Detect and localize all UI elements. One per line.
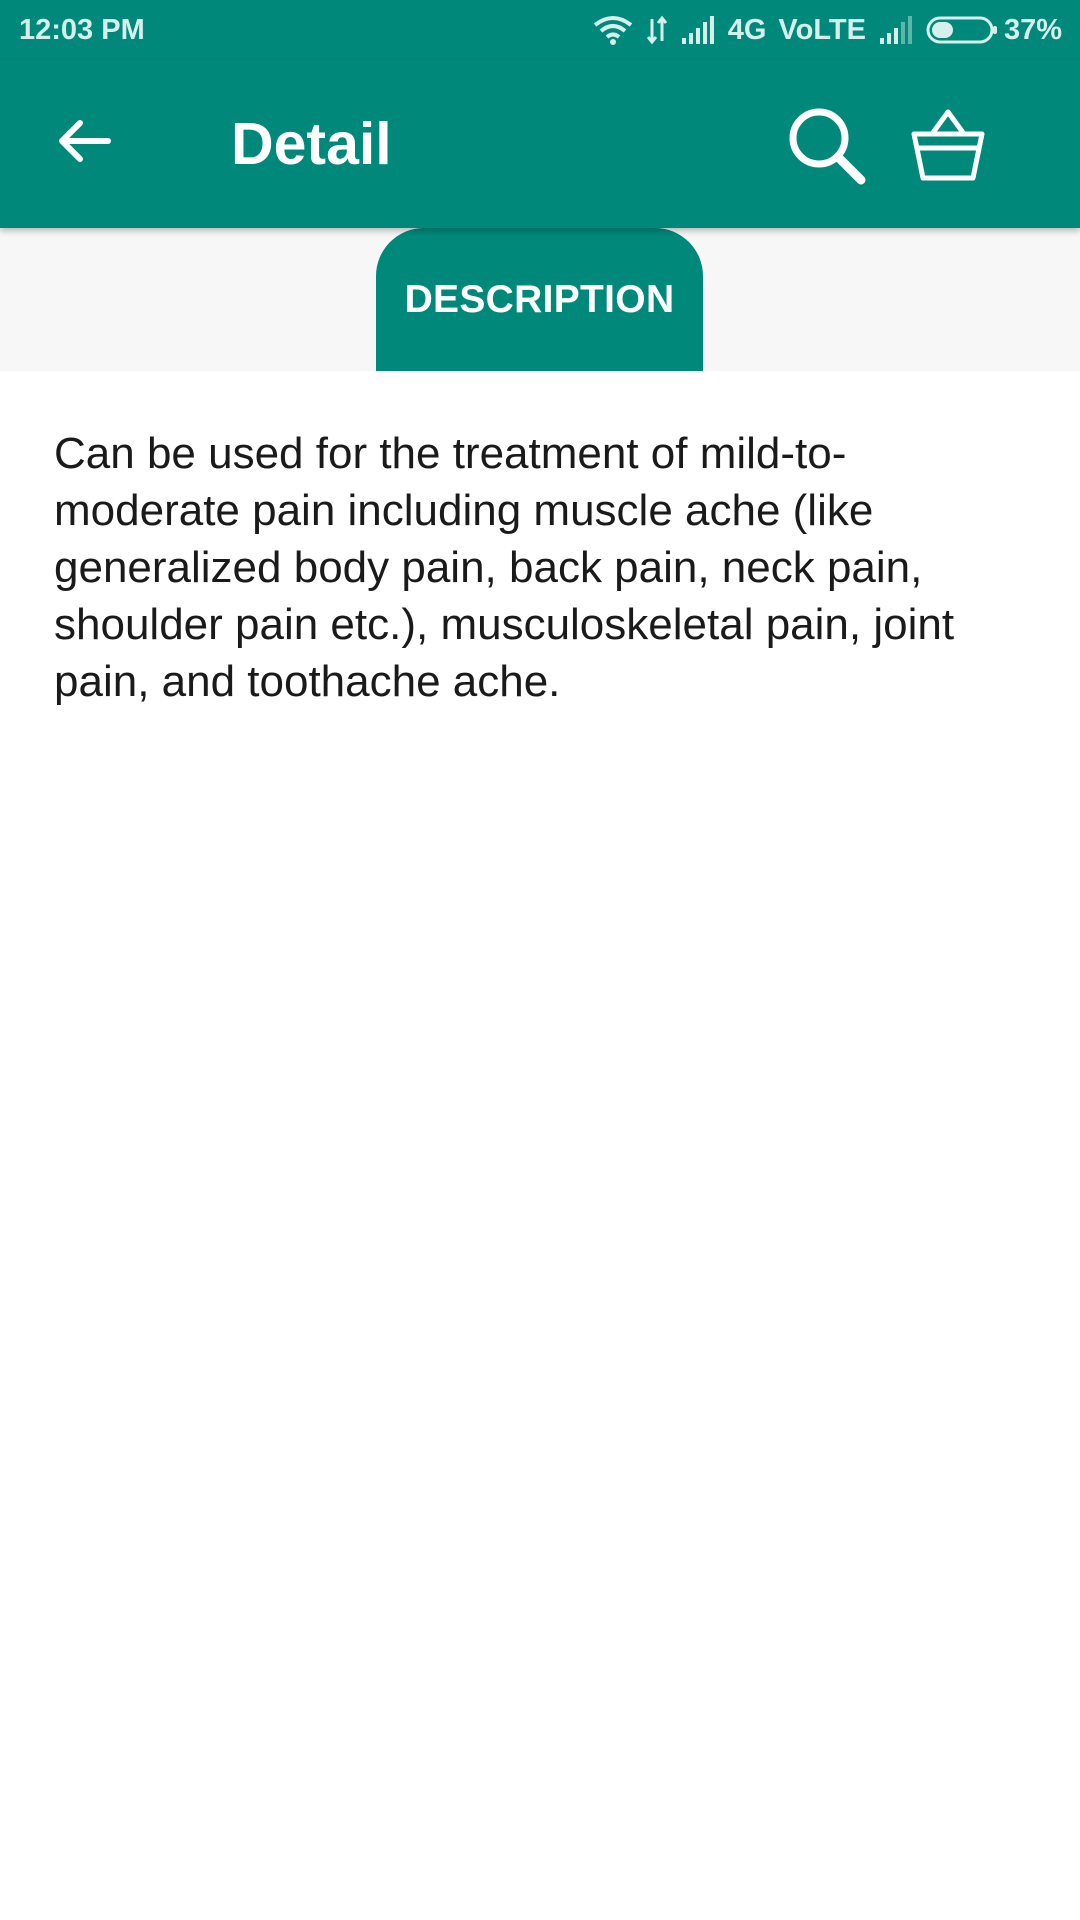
cart-button[interactable]: [906, 104, 990, 188]
battery: 37%: [926, 15, 1062, 45]
arrow-left-icon: [56, 117, 112, 170]
volte-label: VoLTE: [778, 13, 866, 46]
search-icon: [785, 108, 869, 192]
wifi-icon: [592, 15, 634, 45]
back-button[interactable]: [52, 111, 116, 175]
description-text: Can be used for the treatment of mild-to…: [54, 429, 955, 706]
signal-icon: [680, 16, 716, 44]
app-bar: Detail: [0, 60, 1080, 228]
data-arrows-icon: [646, 15, 668, 45]
status-bar: 12:03 PM 4G VoLTE 37%: [0, 0, 1080, 60]
network-type: 4G: [727, 13, 767, 46]
page-title: Detail: [231, 111, 392, 177]
battery-icon: [926, 15, 998, 45]
battery-percent: 37%: [1003, 13, 1062, 46]
tab-bar: DESCRIPTION: [0, 228, 1080, 371]
status-icons: 4G VoLTE 37%: [592, 15, 1062, 45]
tab-description[interactable]: DESCRIPTION: [376, 228, 703, 371]
basket-icon: [906, 109, 990, 192]
search-button[interactable]: [785, 104, 869, 188]
signal-icon: [878, 16, 914, 44]
status-time: 12:03 PM: [19, 13, 145, 46]
